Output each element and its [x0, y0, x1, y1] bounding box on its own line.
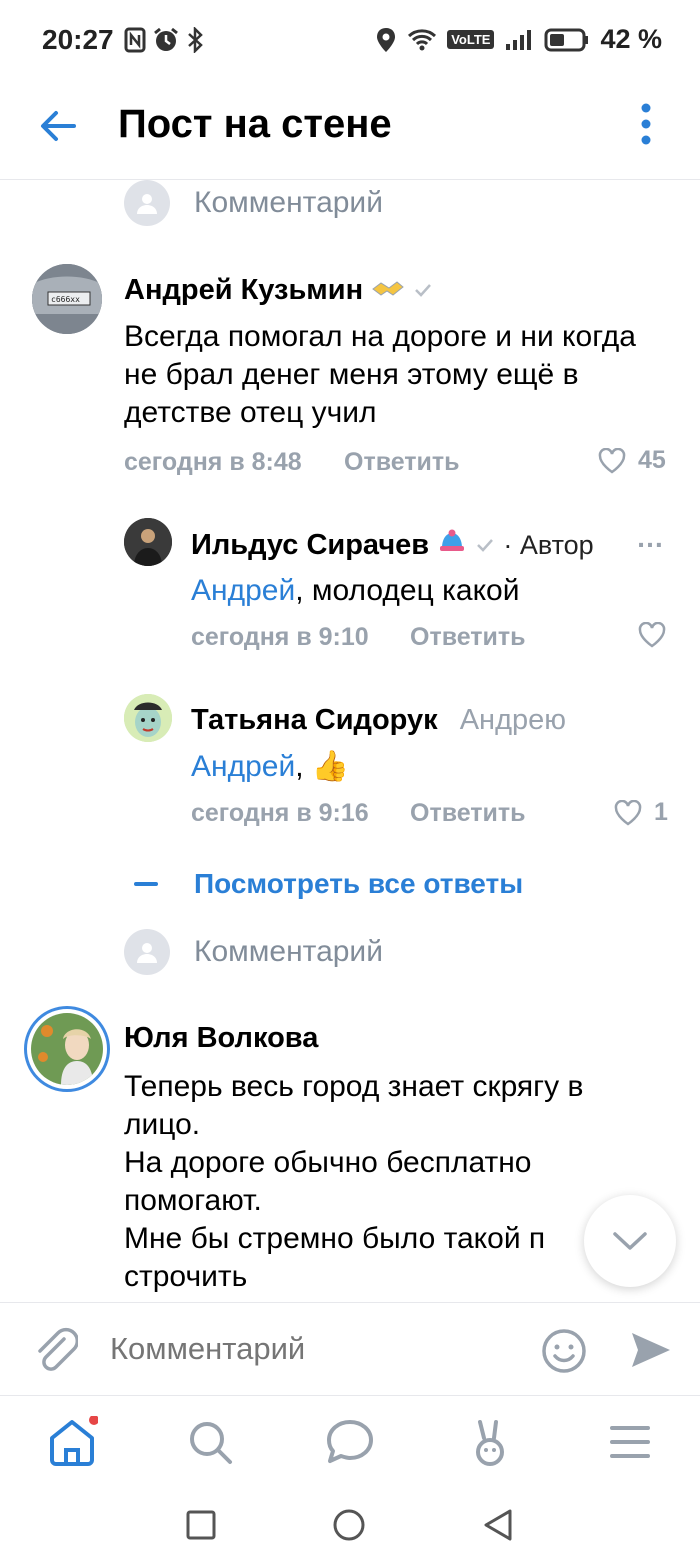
avatar[interactable] [124, 694, 172, 742]
mention-link[interactable]: Андрей [191, 750, 295, 783]
comments-feed[interactable]: Комментарий c666xx Андрей Кузьмин Всегда… [0, 180, 700, 1300]
comment-line: Теперь весь город знает скрягу в [124, 1070, 584, 1103]
back-arrow-icon[interactable] [38, 106, 78, 146]
app-header: Пост на стене [0, 84, 700, 180]
avatar[interactable]: c666xx [32, 264, 102, 334]
handshake-emoji-icon [372, 281, 404, 296]
status-right-icons: VoLTE 42 % [375, 24, 662, 55]
avatar[interactable] [124, 518, 172, 566]
paperclip-icon[interactable] [34, 1327, 78, 1375]
user-avatar-placeholder [124, 180, 170, 226]
avatar-image-car-icon: c666xx [32, 264, 102, 334]
author-badge: · Автор [503, 530, 594, 560]
system-nav-bar [0, 1492, 700, 1565]
more-actions-button[interactable]: … [636, 522, 664, 554]
scroll-down-button[interactable] [584, 1195, 676, 1287]
reply-button[interactable]: Ответить [410, 799, 526, 828]
mention-link[interactable]: Андрей [191, 574, 295, 607]
send-icon[interactable] [630, 1329, 672, 1371]
person-icon [137, 943, 157, 963]
comment-author[interactable]: Андрей Кузьмин [124, 274, 433, 307]
reply-button[interactable]: Ответить [344, 448, 460, 477]
alarm-icon [154, 27, 178, 51]
comment-line: лицо. [124, 1108, 201, 1141]
comment-text: Андрей, 👍 [191, 748, 349, 786]
see-all-replies-label: Посмотреть все ответы [194, 868, 524, 899]
compose-bar [0, 1302, 700, 1396]
comment-author[interactable]: Ильдус Сирачев · Автор [191, 528, 594, 562]
more-vertical-icon[interactable] [640, 102, 652, 150]
reply-comment-box[interactable]: Комментарий [124, 929, 383, 975]
see-all-replies-link[interactable]: Посмотреть все ответы [134, 868, 523, 900]
svg-text:c666xx: c666xx [51, 295, 80, 304]
comment-time: сегодня в 9:16 [191, 799, 369, 827]
comment-time: сегодня в 8:48 [124, 448, 302, 476]
page-title: Пост на стене [118, 102, 392, 146]
reply-to-label[interactable]: Андрею [460, 704, 566, 736]
bottom-tab-bar [0, 1396, 700, 1492]
like-count: 45 [638, 446, 666, 474]
comment-box-placeholder: Комментарий [194, 935, 383, 968]
user-avatar-placeholder [124, 929, 170, 975]
collapse-dash-icon [134, 882, 158, 886]
like-button[interactable]: 45 [598, 446, 666, 475]
comment-input[interactable] [110, 1331, 510, 1367]
volte-badge: VoLTE [447, 30, 495, 49]
avatar-image-person-icon [124, 518, 172, 566]
nfc-icon [124, 27, 146, 53]
bluetooth-icon [188, 27, 203, 53]
heart-icon [638, 622, 666, 648]
hat-emoji-icon [440, 529, 465, 551]
wifi-icon [408, 28, 437, 50]
chevron-down-icon [613, 1232, 647, 1250]
avatar-image-person-icon [31, 1013, 103, 1085]
status-left-icons [124, 27, 204, 53]
back-triangle-icon[interactable] [482, 1508, 514, 1542]
emoji-smile-icon[interactable] [540, 1327, 588, 1375]
home-circle-icon[interactable] [332, 1508, 366, 1542]
battery-icon [544, 28, 589, 51]
comment-time: сегодня в 9:10 [191, 623, 369, 651]
signal-icon [506, 29, 532, 50]
reply-button[interactable]: Ответить [410, 623, 526, 652]
comment-line: На дороге обычно бесплатно [124, 1146, 532, 1179]
recent-apps-icon[interactable] [186, 1510, 216, 1540]
comment-text: Всегда помогал на дороге и ни когда не б… [124, 320, 636, 429]
status-time: 20:27 [42, 24, 114, 55]
tab-messages-icon[interactable] [324, 1416, 376, 1468]
comment-text: Андрей, молодец какой [191, 572, 520, 610]
tab-menu-icon[interactable] [604, 1416, 656, 1468]
verified-check-icon [477, 539, 494, 552]
comment-body: , молодец какой [295, 574, 520, 607]
reply-comment-box[interactable]: Комментарий [124, 180, 383, 226]
like-count: 1 [654, 798, 668, 826]
person-icon [137, 194, 157, 214]
comment-box-placeholder: Комментарий [194, 186, 383, 219]
tab-clips-icon[interactable] [464, 1416, 516, 1468]
location-icon [377, 27, 396, 52]
battery-percent: 42 % [600, 24, 662, 54]
comment-body: , 👍 [295, 750, 350, 783]
status-bar: 20:27 VoLTE 42 % [0, 0, 700, 84]
avatar-image-face-icon [124, 694, 172, 742]
verified-check-icon [415, 284, 432, 297]
heart-icon [614, 799, 642, 826]
comment-author[interactable]: Татьяна Сидорук Андрею [191, 704, 566, 737]
tab-home-icon[interactable] [46, 1416, 98, 1468]
like-button[interactable] [638, 622, 666, 648]
like-button[interactable]: 1 [614, 798, 668, 827]
tab-search-icon[interactable] [184, 1416, 236, 1468]
heart-icon [598, 447, 626, 474]
avatar-with-story-ring[interactable] [24, 1006, 110, 1092]
comment-author[interactable]: Юля Волкова [124, 1022, 318, 1055]
